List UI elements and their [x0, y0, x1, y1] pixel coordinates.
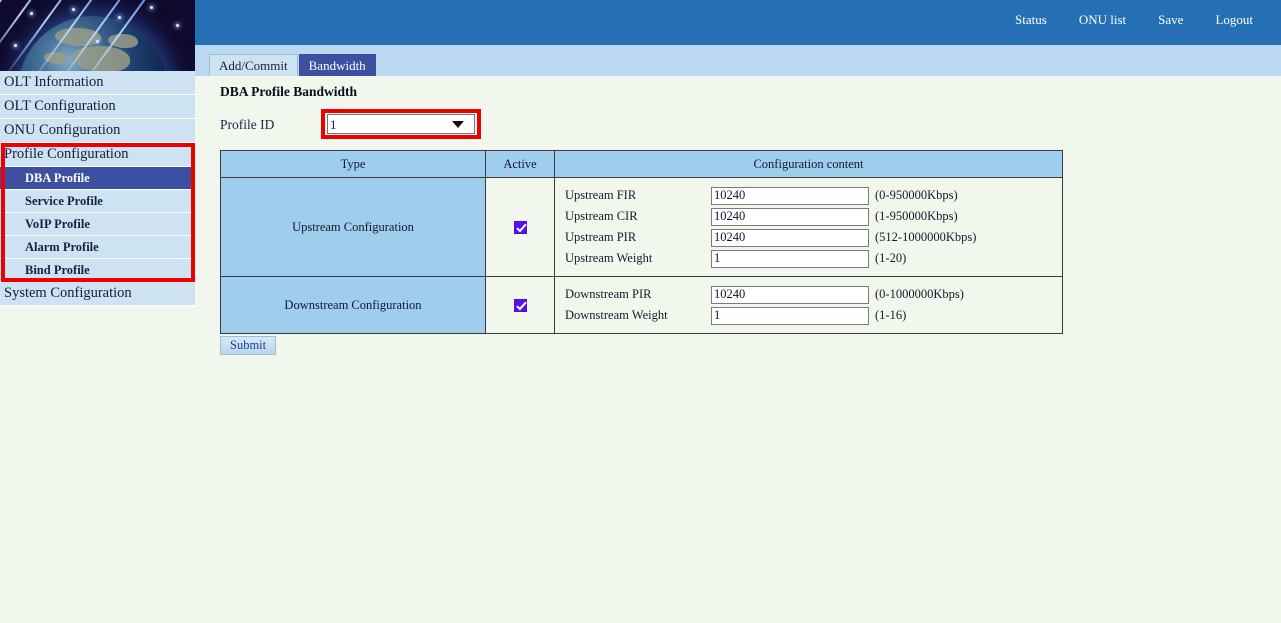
label-downstream-pir: Downstream PIR	[565, 287, 711, 302]
row-active-cell	[486, 178, 555, 277]
table-header-row: Type Active Configuration content	[221, 151, 1063, 178]
hint-upstream-cir: (1-950000Kbps)	[875, 209, 958, 224]
topnav-onu-list[interactable]: ONU list	[1063, 12, 1142, 28]
topnav-logout[interactable]: Logout	[1199, 12, 1269, 28]
active-checkbox[interactable]	[514, 221, 527, 234]
bandwidth-config-table: Type Active Configuration content Upstre…	[220, 150, 1063, 334]
sidebar-item-system-configuration[interactable]: System Configuration	[0, 282, 195, 306]
label-upstream-fir: Upstream FIR	[565, 188, 711, 203]
sidebar-item-onu-configuration[interactable]: ONU Configuration	[0, 119, 195, 143]
table-row: Upstream Configuration Upstream FIR (0-950…	[221, 178, 1063, 277]
input-downstream-pir[interactable]	[711, 286, 869, 304]
row-type-label: Downstream Configuration	[221, 277, 486, 334]
profile-id-row: Profile ID 1	[220, 114, 1120, 140]
tab-add-commit[interactable]: Add/Commit	[209, 54, 298, 76]
table-row: Downstream Configuration Downstream PIR (0…	[221, 277, 1063, 334]
label-upstream-weight: Upstream Weight	[565, 251, 711, 266]
tabs-container: Add/CommitBandwidth	[209, 54, 377, 76]
field-row: Upstream Weight (1-20)	[565, 248, 1062, 269]
page-title: DBA Profile Bandwidth	[220, 84, 357, 100]
row-type-label: Upstream Configuration	[221, 178, 486, 277]
profile-id-label: Profile ID	[220, 117, 274, 133]
topnav-status[interactable]: Status	[999, 12, 1063, 28]
hint-upstream-fir: (0-950000Kbps)	[875, 188, 958, 203]
column-header-configuration-content: Configuration content	[555, 151, 1063, 178]
field-row: Upstream FIR (0-950000Kbps)	[565, 185, 1062, 206]
hint-upstream-pir: (512-1000000Kbps)	[875, 230, 976, 245]
row-configuration-cell: Downstream PIR(0-1000000Kbps)Downstream …	[555, 277, 1063, 334]
label-downstream-weight: Downstream Weight	[565, 308, 711, 323]
main-content: DBA Profile Bandwidth Profile ID 1 Type …	[195, 76, 1281, 623]
submit-button[interactable]: Submit	[220, 336, 276, 355]
active-checkbox[interactable]	[514, 299, 527, 312]
sidebar-item-voip-profile[interactable]: VoIP Profile	[0, 213, 195, 236]
fiber-light-dot	[118, 16, 121, 19]
column-header-active: Active	[486, 151, 555, 178]
sidebar-item-olt-configuration[interactable]: OLT Configuration	[0, 95, 195, 119]
topnav-save[interactable]: Save	[1142, 12, 1199, 28]
fiber-light-dot	[176, 24, 179, 27]
fiber-light-dot	[96, 40, 99, 43]
table-body: Upstream Configuration Upstream FIR (0-950…	[221, 178, 1063, 334]
input-upstream-fir[interactable]	[711, 187, 869, 205]
fiber-light-dot	[72, 8, 75, 11]
tab-bandwidth[interactable]: Bandwidth	[299, 54, 376, 76]
input-upstream-weight[interactable]	[711, 250, 869, 268]
fiber-light-dot	[30, 12, 33, 15]
fiber-optic-globe-banner	[0, 0, 195, 71]
hint-upstream-weight: (1-20)	[875, 251, 906, 266]
field-row: Downstream PIR (0-1000000Kbps)	[565, 284, 1062, 305]
profile-id-select[interactable]: 1	[327, 114, 475, 134]
sidebar: OLT InformationOLT ConfigurationONU Conf…	[0, 0, 195, 623]
sidebar-item-alarm-profile[interactable]: Alarm Profile	[0, 236, 195, 259]
sidebar-menu: OLT InformationOLT ConfigurationONU Conf…	[0, 71, 195, 306]
input-upstream-pir[interactable]	[711, 229, 869, 247]
hint-downstream-weight: (1-16)	[875, 308, 906, 323]
input-downstream-weight[interactable]	[711, 307, 869, 325]
sidebar-item-bind-profile[interactable]: Bind Profile	[0, 259, 195, 282]
sidebar-item-service-profile[interactable]: Service Profile	[0, 190, 195, 213]
top-nav: StatusONU listSaveLogout	[999, 12, 1269, 28]
column-header-type: Type	[221, 151, 486, 178]
sidebar-item-olt-information[interactable]: OLT Information	[0, 71, 195, 95]
fiber-light-dot	[150, 6, 153, 9]
hint-downstream-pir: (0-1000000Kbps)	[875, 287, 964, 302]
row-active-cell	[486, 277, 555, 334]
sidebar-item-dba-profile[interactable]: DBA Profile	[0, 167, 195, 190]
label-upstream-pir: Upstream PIR	[565, 230, 711, 245]
sidebar-item-profile-configuration[interactable]: Profile Configuration	[0, 143, 195, 167]
label-upstream-cir: Upstream CIR	[565, 209, 711, 224]
fiber-light-dot	[14, 44, 17, 47]
top-header-bar: StatusONU listSaveLogout	[195, 0, 1281, 45]
row-configuration-cell: Upstream FIR (0-950000Kbps) Upstream CIR (1…	[555, 178, 1063, 277]
tab-strip: Add/CommitBandwidth	[195, 45, 1281, 76]
field-row: Upstream CIR (1-950000Kbps)	[565, 206, 1062, 227]
field-row: Upstream PIR (512-1000000Kbps)	[565, 227, 1062, 248]
input-upstream-cir[interactable]	[711, 208, 869, 226]
field-row: Downstream Weight (1-16)	[565, 305, 1062, 326]
